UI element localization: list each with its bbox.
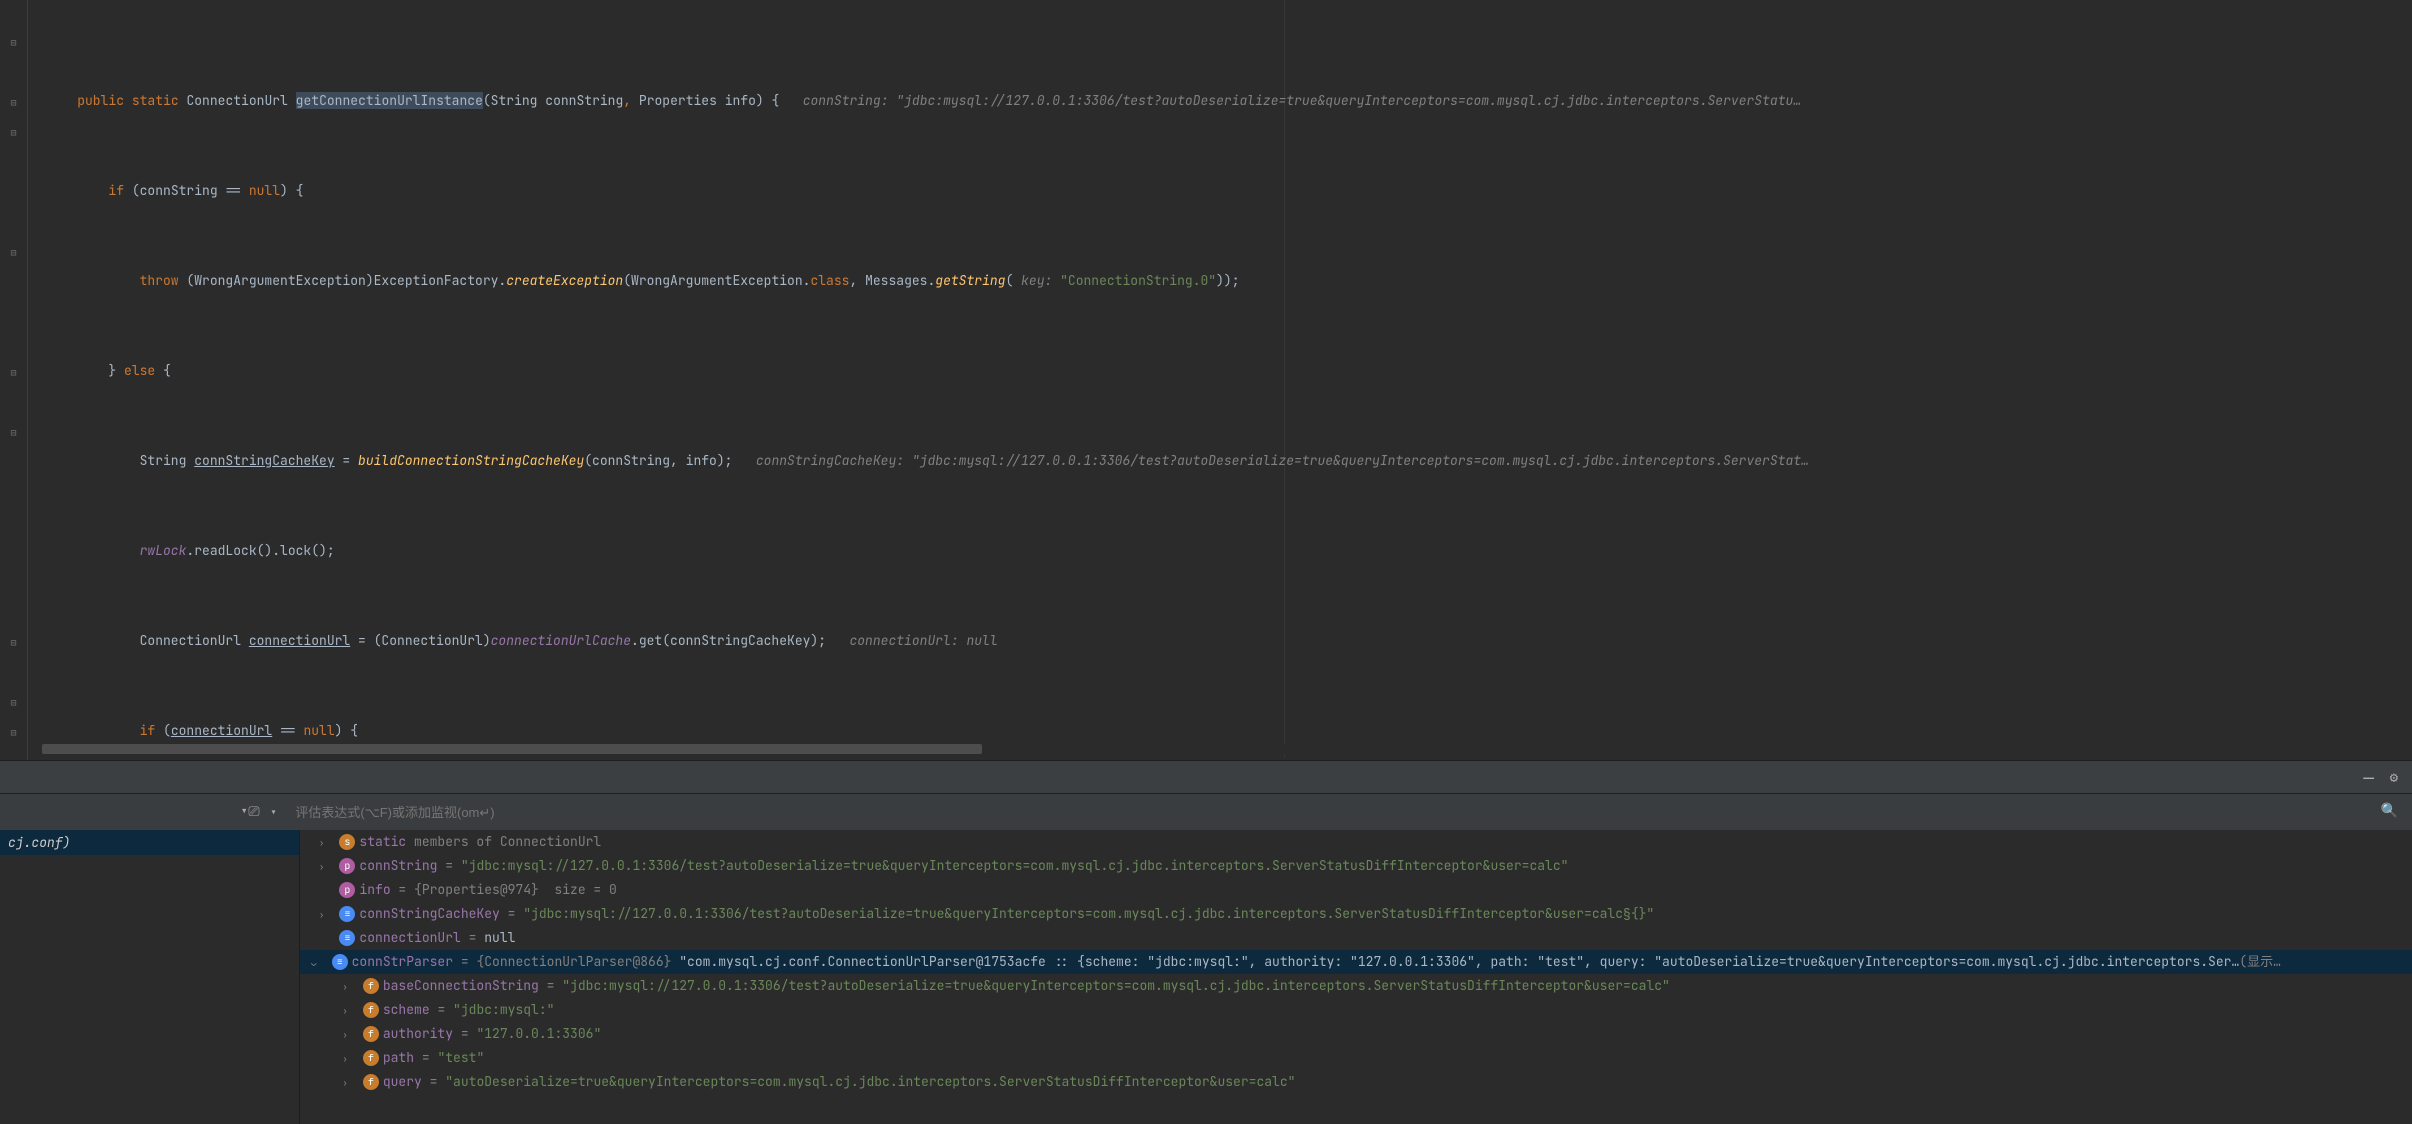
var-info[interactable]: pinfo = {Properties@974} size = 0 <box>300 878 2412 902</box>
fold-marker[interactable]: ⊟ <box>0 696 27 709</box>
debugger-variables-panel: ▾⎚ ▾ 🔍 cj.conf) › sstatic members of Con… <box>0 794 2412 1124</box>
field-icon: f <box>363 1002 379 1018</box>
variables-header: ▾⎚ ▾ 🔍 <box>0 794 2412 830</box>
field-icon: f <box>363 1074 379 1090</box>
fold-marker[interactable]: ⊟ <box>0 636 27 649</box>
add-watch-icon[interactable]: ▾ <box>270 804 278 821</box>
code-line[interactable]: if (connString == null) { <box>28 176 2412 206</box>
field-icon: f <box>363 1026 379 1042</box>
debug-toolbar: — ⚙ <box>0 760 2412 794</box>
var-connString[interactable]: › pconnString = "jdbc:mysql://127.0.0.1:… <box>300 854 2412 878</box>
var-baseConnectionString[interactable]: › fbaseConnectionString = "jdbc:mysql://… <box>300 974 2412 998</box>
horizontal-scrollbar[interactable] <box>28 744 2412 754</box>
code-line[interactable]: public static ConnectionUrl getConnectio… <box>28 86 2412 116</box>
scrollbar-thumb[interactable] <box>42 744 982 754</box>
field-icon: f <box>363 978 379 994</box>
fold-marker[interactable]: ⊟ <box>0 126 27 139</box>
evaluate-expression-input[interactable] <box>289 801 2412 824</box>
var-static-members[interactable]: › sstatic members of ConnectionUrl <box>300 830 2412 854</box>
fold-marker[interactable]: ⊟ <box>0 726 27 739</box>
var-connStringCacheKey[interactable]: › ≡connStringCacheKey = "jdbc:mysql://12… <box>300 902 2412 926</box>
object-icon: ≡ <box>339 906 355 922</box>
fold-marker[interactable]: ⊟ <box>0 36 27 49</box>
gear-icon[interactable]: ⚙ <box>2390 769 2398 787</box>
object-icon: ≡ <box>339 930 355 946</box>
var-connectionUrl[interactable]: ≡connectionUrl = null <box>300 926 2412 950</box>
field-icon: f <box>363 1050 379 1066</box>
var-authority[interactable]: › fauthority = "127.0.0.1:3306" <box>300 1022 2412 1046</box>
code-line[interactable]: rwLock.readLock().lock(); <box>28 536 2412 566</box>
fold-marker[interactable]: ⊟ <box>0 426 27 439</box>
breakpoint-marker[interactable]: ● <box>0 458 3 468</box>
code-area[interactable]: public static ConnectionUrl getConnectio… <box>28 0 2412 760</box>
code-line[interactable]: } else { <box>28 356 2412 386</box>
var-query[interactable]: › fquery = "autoDeserialize=true&queryIn… <box>300 1070 2412 1094</box>
fold-marker[interactable]: ⊟ <box>0 366 27 379</box>
code-editor[interactable]: 💡 ⊟ ⊟ ⊟ ⊟ ⊟ ⊟ ● ⊟ ⊟ ⊟ public static Conn… <box>0 0 2412 760</box>
var-connStrParser[interactable]: ⌄ ≡connStrParser = {ConnectionUrlParser@… <box>300 950 2412 974</box>
code-line[interactable]: throw (WrongArgumentException)ExceptionF… <box>28 266 2412 296</box>
var-scheme[interactable]: › fscheme = "jdbc:mysql:" <box>300 998 2412 1022</box>
var-path[interactable]: › fpath = "test" <box>300 1046 2412 1070</box>
param-icon: p <box>339 858 355 874</box>
code-line[interactable]: if (connectionUrl == null) { <box>28 716 2412 746</box>
static-icon: s <box>339 834 355 850</box>
param-icon: p <box>339 882 355 898</box>
object-icon: ≡ <box>332 954 348 970</box>
frames-sidebar[interactable]: cj.conf) <box>0 830 300 1124</box>
fold-marker[interactable]: ⊟ <box>0 96 27 109</box>
active-frame[interactable]: cj.conf) <box>0 830 299 855</box>
gutter[interactable]: ⊟ ⊟ ⊟ ⊟ ⊟ ⊟ ● ⊟ ⊟ ⊟ <box>0 0 28 760</box>
code-line[interactable]: ConnectionUrl connectionUrl = (Connectio… <box>28 626 2412 656</box>
filter-icon[interactable]: ▾⎚ <box>240 803 260 821</box>
search-icon[interactable]: 🔍 <box>2381 802 2398 820</box>
variables-tree[interactable]: › sstatic members of ConnectionUrl › pco… <box>300 830 2412 1124</box>
fold-marker[interactable]: ⊟ <box>0 246 27 259</box>
minimize-icon[interactable]: — <box>2363 767 2374 790</box>
code-line[interactable]: String connStringCacheKey = buildConnect… <box>28 446 2412 476</box>
